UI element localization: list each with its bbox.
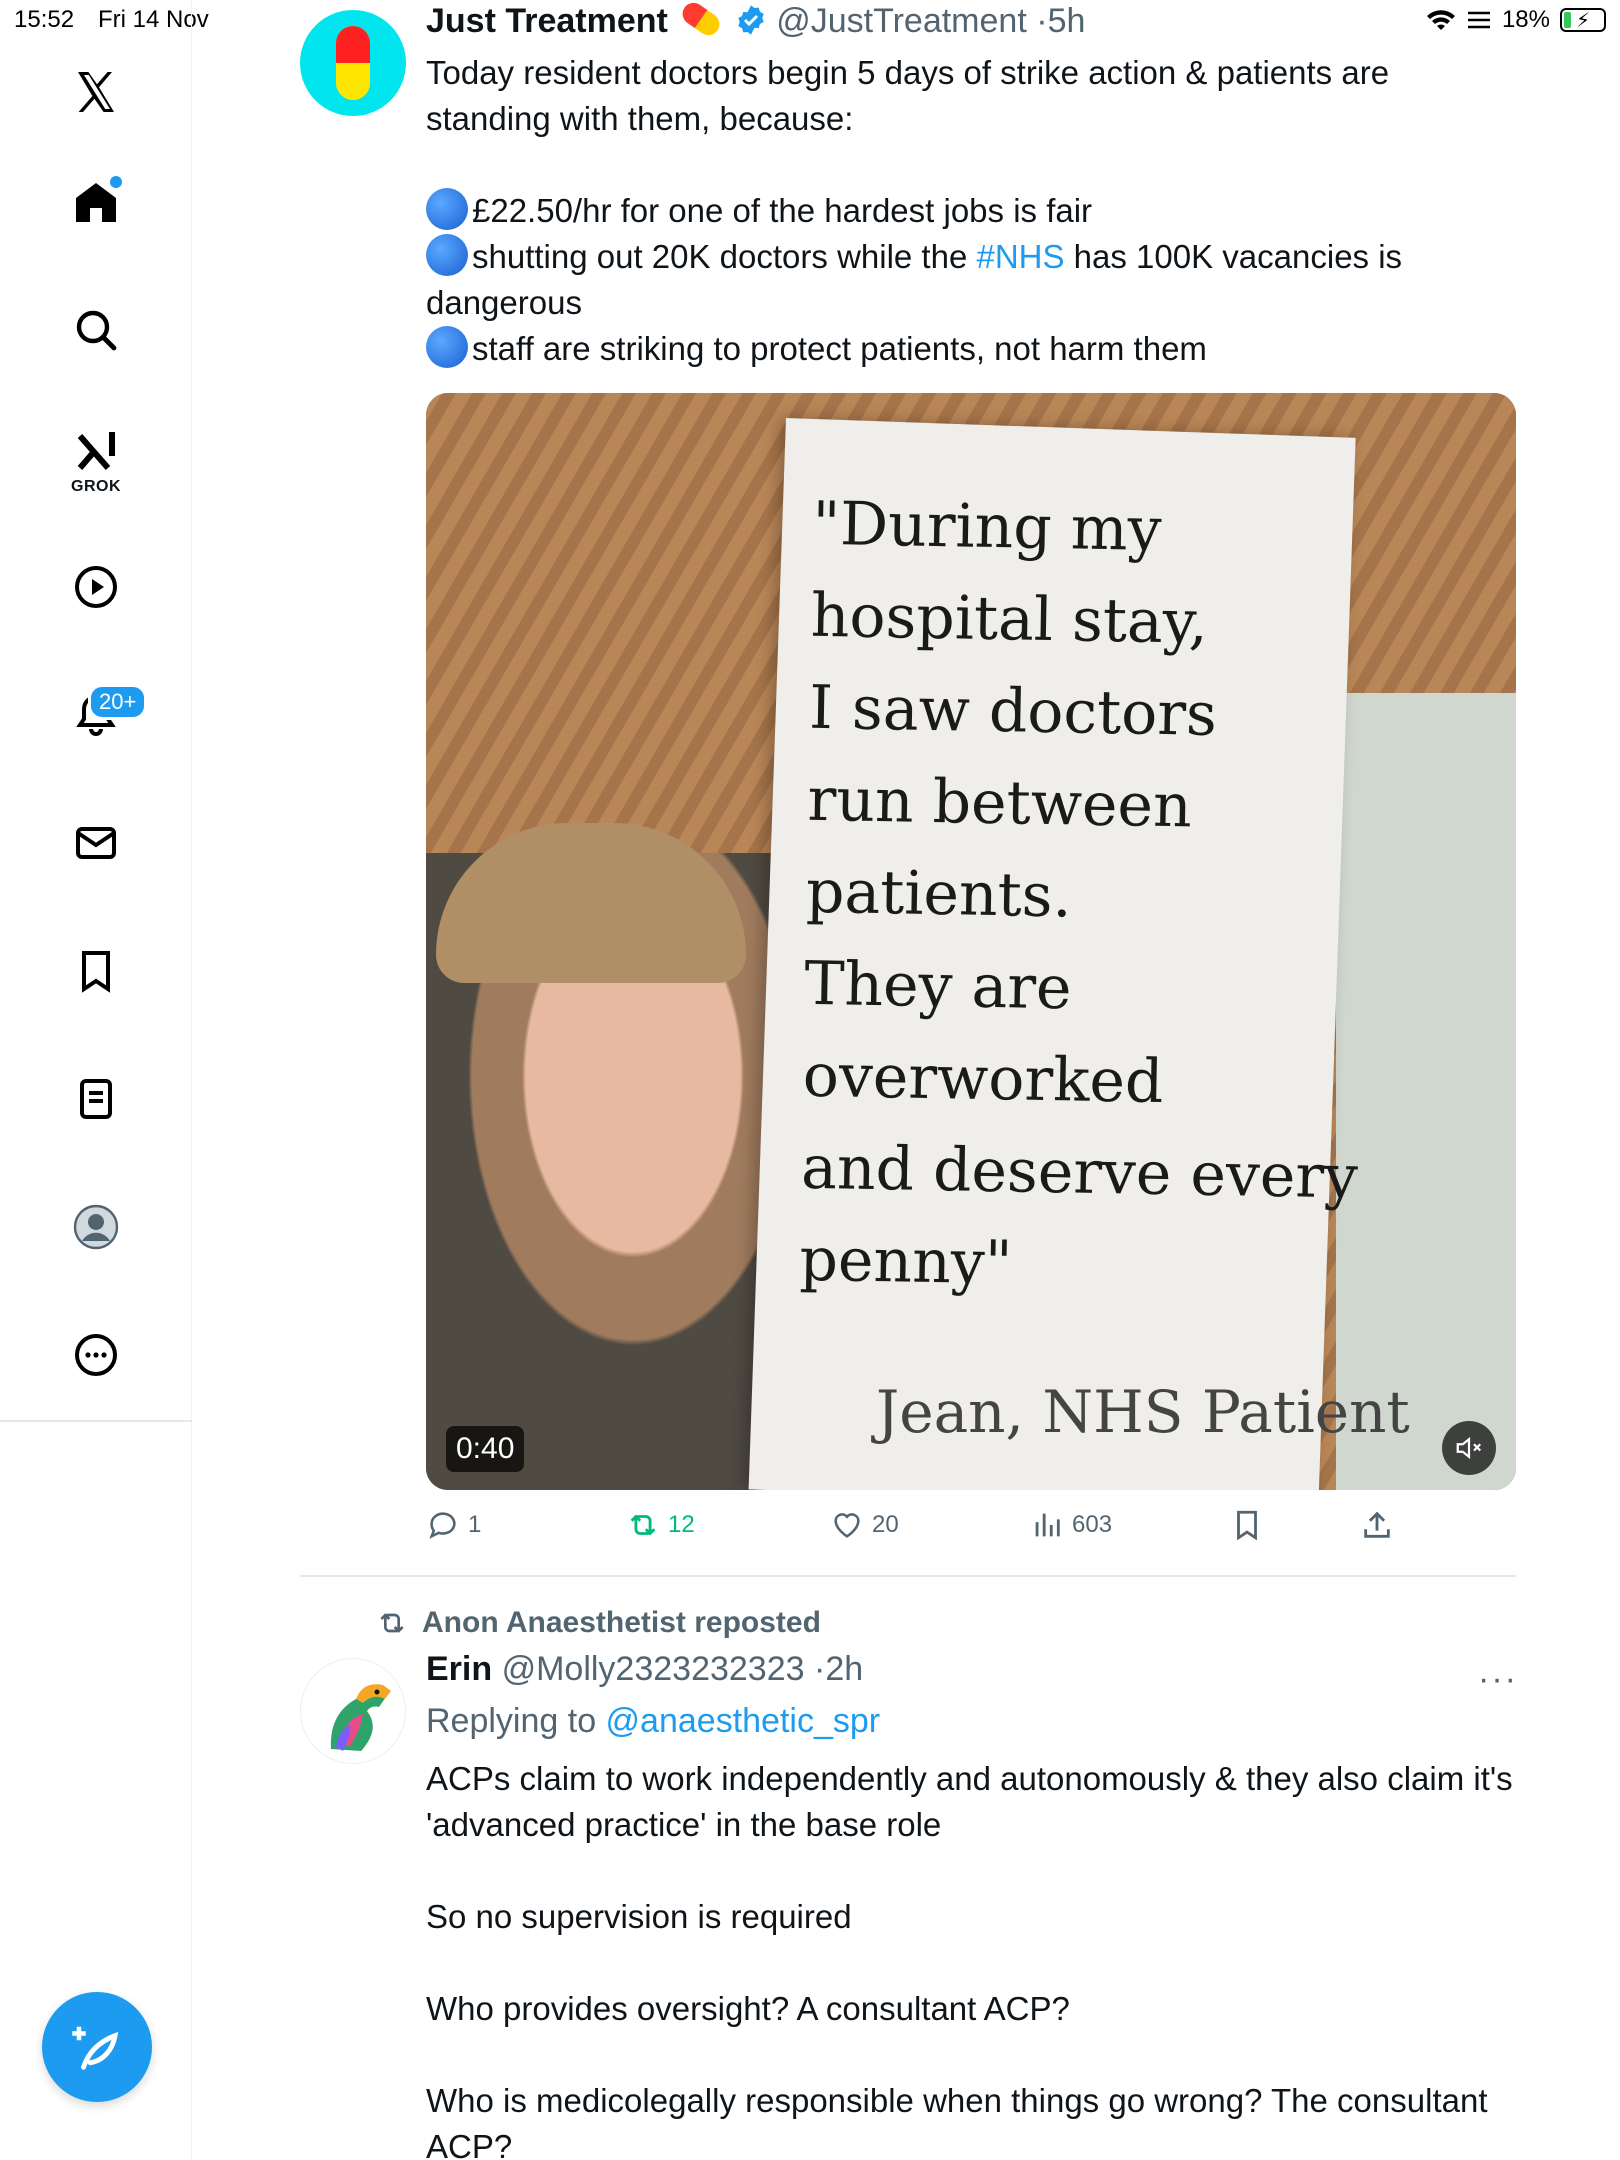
tweet2-paragraph-3: Who provides oversight? A consultant ACP… xyxy=(426,1990,1070,2027)
bullet-text-2a: shutting out 20K doctors while the xyxy=(472,238,977,275)
status-right: 18% ⚡ xyxy=(1426,6,1606,34)
profile-avatar-icon[interactable] xyxy=(66,1197,126,1257)
tweet2-paragraph-2: So no supervision is required xyxy=(426,1898,852,1935)
bullet-line-1: £22.50/hr for one of the hardest jobs is… xyxy=(426,188,1516,234)
compose-feather-icon xyxy=(72,2026,119,2070)
more-options-icon[interactable] xyxy=(66,1325,126,1385)
blue-circle-icon xyxy=(426,326,468,368)
bullet-text-1: £22.50/hr for one of the hardest jobs is… xyxy=(472,192,1093,229)
mute-button[interactable] xyxy=(1442,1421,1496,1475)
lists-icon[interactable] xyxy=(66,1069,126,1129)
battery-fill xyxy=(1564,12,1571,28)
x-logo-icon[interactable] xyxy=(66,62,126,122)
notifications-badge: 20+ xyxy=(88,684,148,720)
battery-percent: 18% xyxy=(1501,6,1550,33)
search-icon[interactable] xyxy=(66,300,126,360)
speaker-muted-icon xyxy=(1456,1436,1482,1460)
tweet-time[interactable]: 5h xyxy=(1048,2,1086,40)
tweet2-more-button[interactable]: ··· xyxy=(1478,1660,1518,1699)
tweet2-body: ACPs claim to work independently and aut… xyxy=(426,1756,1516,2160)
share-button[interactable] xyxy=(1360,1508,1394,1542)
wifi-icon xyxy=(1426,10,1455,30)
erin-author-handle[interactable]: @Molly2323232323 xyxy=(502,1650,805,1688)
grok-icon[interactable] xyxy=(66,422,126,482)
eagle-avatar-icon xyxy=(330,1684,391,1751)
tweet-divider xyxy=(300,1575,1516,1577)
pill-emoji-icon xyxy=(678,0,725,40)
home-unread-dot xyxy=(110,176,122,188)
reposted-by-label[interactable]: Anon Anaesthetist reposted xyxy=(422,1606,821,1640)
video-icon[interactable] xyxy=(66,557,126,617)
tweet2-paragraph-4: Who is medicolegally responsible when th… xyxy=(426,2082,1488,2160)
bookmark-button[interactable] xyxy=(1230,1508,1264,1542)
pill-logo-icon xyxy=(336,26,370,100)
repost-context-icon xyxy=(380,1613,404,1633)
nhs-hashtag-link[interactable]: #NHS xyxy=(976,238,1064,275)
blue-circle-icon xyxy=(426,188,468,230)
tweet-header: Just Treatment @JustTreatment ·5h xyxy=(426,0,1086,41)
replying-to-link[interactable]: @anaesthetic_spr xyxy=(606,1702,881,1740)
views-count: 603 xyxy=(1072,1511,1113,1538)
blue-circle-icon xyxy=(426,234,468,276)
bullet-text-3: staff are striking to protect patients, … xyxy=(472,330,1207,367)
video-duration: 0:40 xyxy=(446,1426,525,1472)
home-icon[interactable] xyxy=(66,172,126,232)
replying-to-prefix: Replying to xyxy=(426,1702,606,1740)
grok-label: GROK xyxy=(71,478,121,495)
verified-badge-icon xyxy=(738,5,764,35)
compose-button[interactable] xyxy=(42,1992,152,2102)
author-handle[interactable]: @JustTreatment xyxy=(776,2,1027,40)
reply-button[interactable]: 1 xyxy=(426,1508,481,1542)
tweet2-paragraph-1: ACPs claim to work independently and aut… xyxy=(426,1760,1513,1843)
like-count: 20 xyxy=(872,1511,899,1538)
messages-icon[interactable] xyxy=(66,813,126,873)
bullet-line-3: staff are striking to protect patients, … xyxy=(426,326,1516,372)
replying-to-line: Replying to @anaesthetic_spr xyxy=(426,1702,880,1741)
sign-text: "During my hospital stay, I saw doctors … xyxy=(799,488,1359,1299)
share-icon xyxy=(1364,1511,1390,1538)
list-icon xyxy=(1467,11,1490,29)
separator-dot: · xyxy=(813,1650,826,1688)
separator-dot: · xyxy=(1036,2,1048,40)
battery-icon: ⚡ xyxy=(1560,8,1606,32)
heart-icon xyxy=(834,1513,860,1538)
just-treatment-avatar[interactable] xyxy=(300,10,406,116)
views-button[interactable]: 603 xyxy=(1030,1508,1112,1542)
tweet-actions: 1 12 20 603 xyxy=(426,1508,1516,1548)
tweet-lead-text: Today resident doctors begin 5 days of s… xyxy=(426,54,1390,137)
bullet-line-2: shutting out 20K doctors while the #NHS … xyxy=(426,234,1516,326)
repost-context: Anon Anaesthetist reposted xyxy=(376,1606,821,1640)
sign-signature: Jean, NHS Patient xyxy=(876,1378,1410,1446)
reply-icon xyxy=(429,1512,456,1539)
tweet-body: Today resident doctors begin 5 days of s… xyxy=(426,50,1516,372)
charging-icon: ⚡ xyxy=(1576,10,1591,32)
tweet2-time[interactable]: 2h xyxy=(825,1650,863,1688)
bookmark-icon xyxy=(1237,1510,1257,1541)
sidebar-divider xyxy=(0,1420,192,1422)
repost-count: 12 xyxy=(668,1511,695,1538)
author-name[interactable]: Just Treatment xyxy=(426,2,668,40)
repost-icon xyxy=(630,1514,656,1536)
repost-button[interactable]: 12 xyxy=(626,1508,695,1542)
sidebar: GROK 20+ xyxy=(0,0,192,2160)
tweet2-header: Erin @Molly2323232323 ·2h xyxy=(426,1650,863,1689)
erin-author-name[interactable]: Erin xyxy=(426,1650,492,1688)
bookmarks-icon[interactable] xyxy=(66,941,126,1001)
views-chart-icon xyxy=(1035,1513,1060,1537)
video-player[interactable]: "During my hospital stay, I saw doctors … xyxy=(426,393,1516,1490)
erin-avatar[interactable] xyxy=(300,1658,406,1764)
reply-count: 1 xyxy=(468,1511,482,1538)
like-button[interactable]: 20 xyxy=(830,1508,899,1542)
